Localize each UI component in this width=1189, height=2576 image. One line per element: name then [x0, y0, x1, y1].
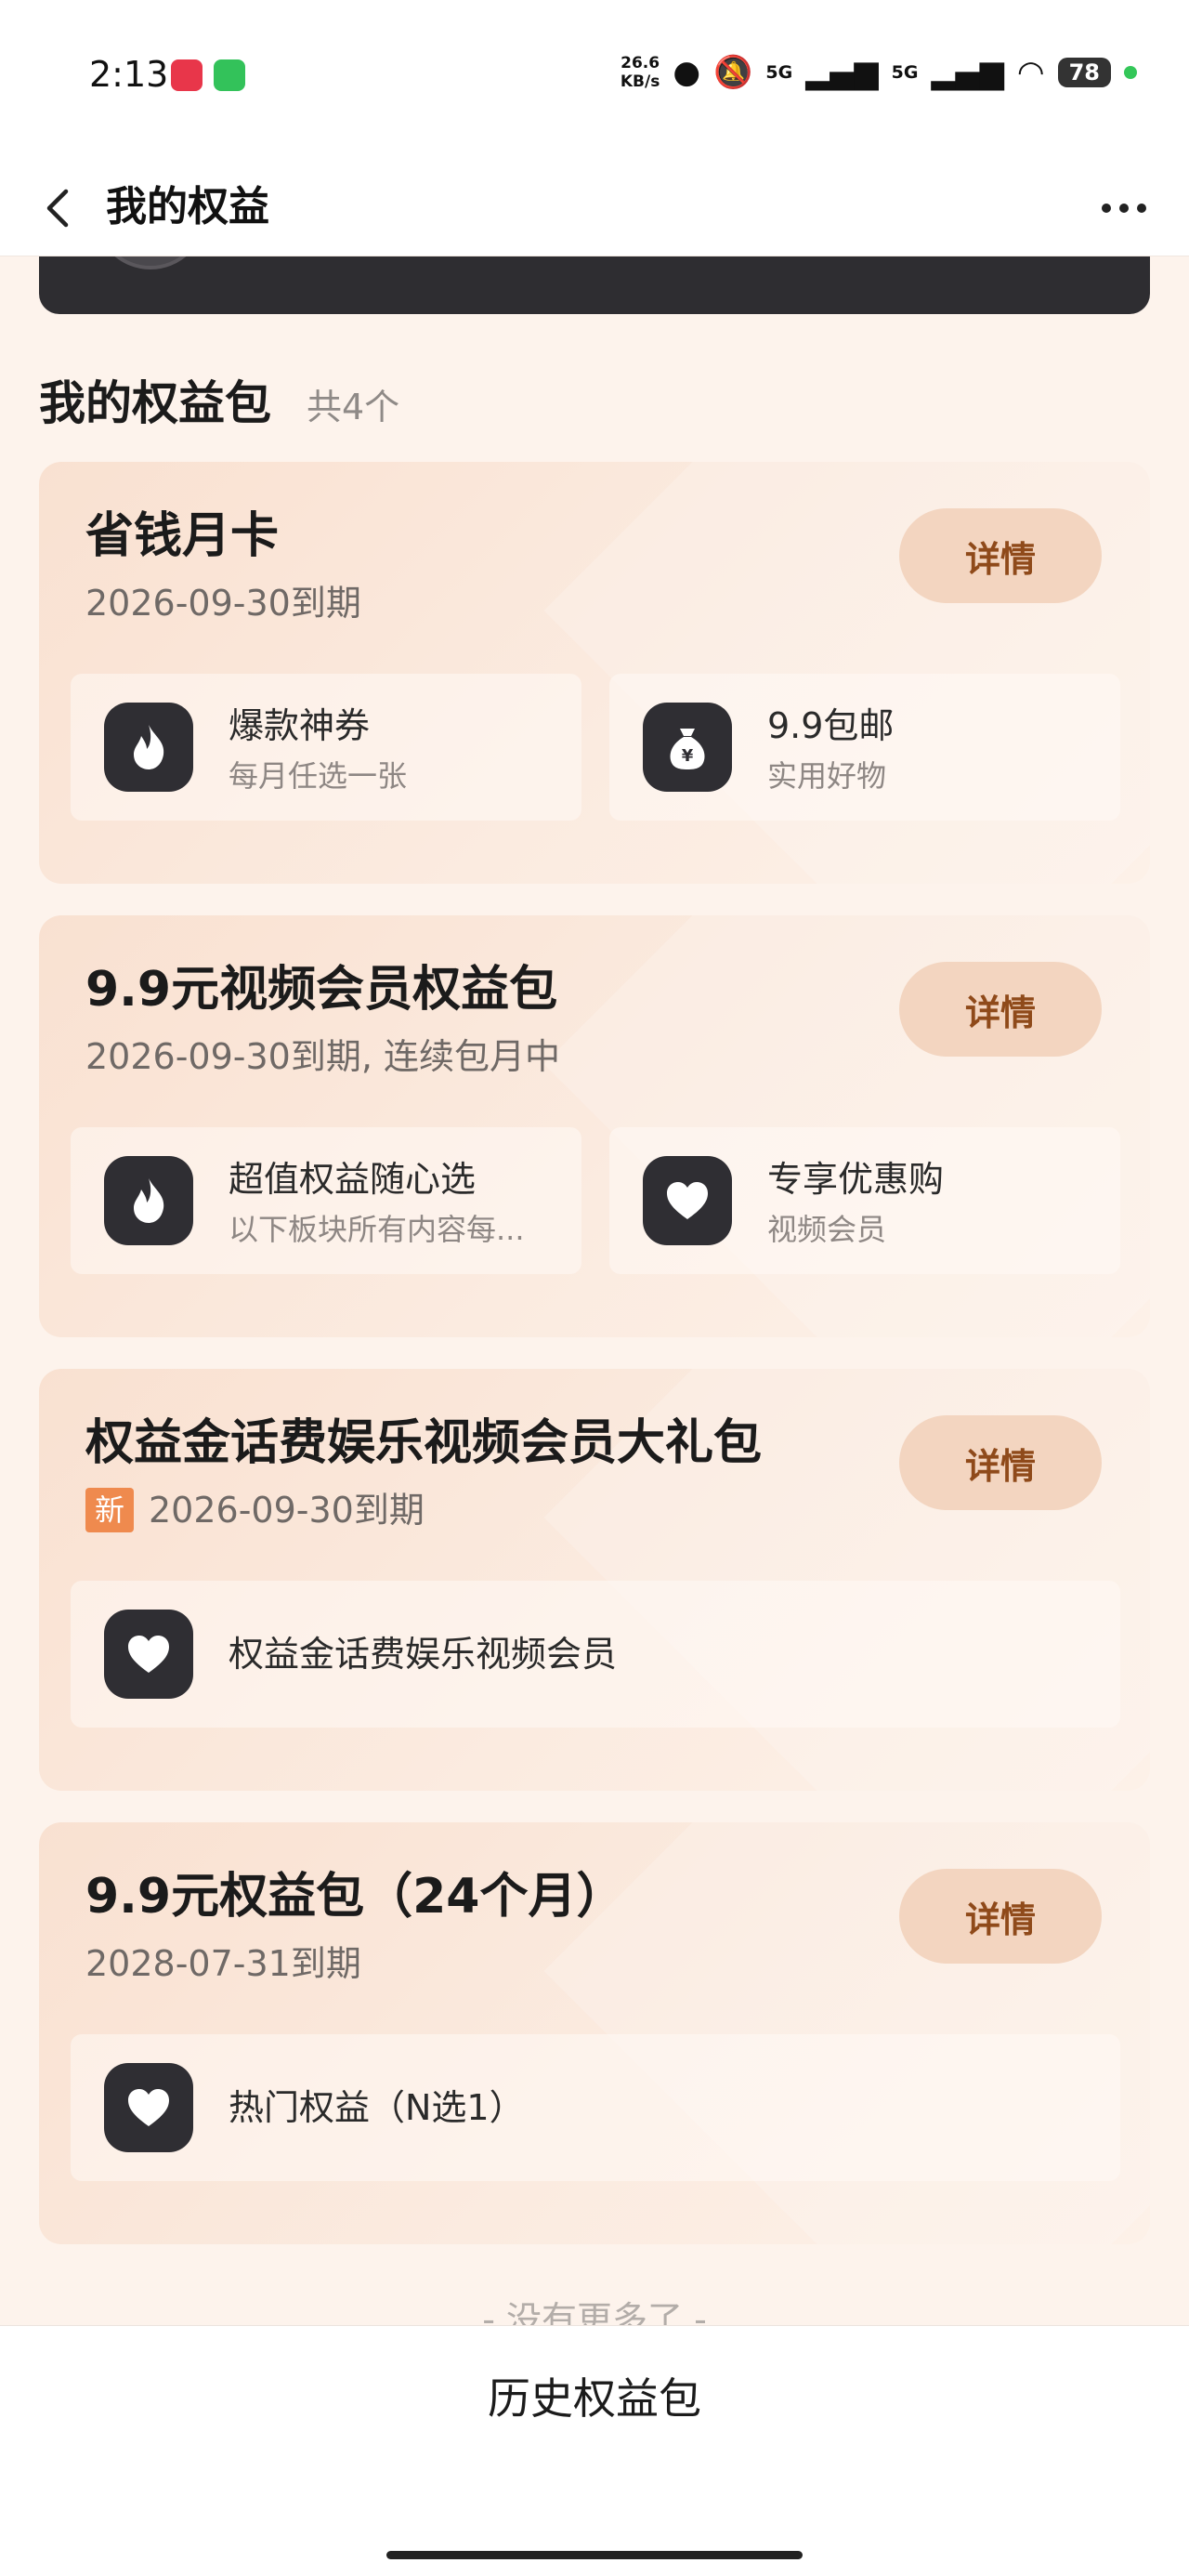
- money-bag-icon: ¥: [643, 703, 732, 792]
- flame-icon: [104, 703, 193, 792]
- detail-button[interactable]: 详情: [899, 508, 1102, 603]
- section-count: 共4个: [307, 387, 400, 427]
- signal-icon-2: ▂▄▆: [931, 54, 1004, 91]
- page-title: 我的权益: [106, 183, 269, 230]
- pack-name: 省钱月卡: [85, 508, 280, 564]
- benefit-title: 热门权益（N选1）: [229, 2087, 525, 2128]
- privacy-dot: [1124, 66, 1137, 79]
- net-speed-value: 26.6: [621, 54, 660, 72]
- benefit-item[interactable]: 专享优惠购 视频会员: [609, 1127, 1120, 1274]
- wifi-icon: ◠: [1016, 54, 1045, 91]
- back-button[interactable]: [28, 178, 87, 238]
- news-app-icon: [171, 59, 203, 91]
- detail-button[interactable]: 详情: [899, 1415, 1102, 1510]
- more-button[interactable]: [1091, 178, 1157, 238]
- pack-name: 9.9元视频会员权益包: [85, 962, 558, 1018]
- pack-card[interactable]: 权益金话费娱乐视频会员大礼包 新 2026-09-30到期 详情 权益金话费娱乐…: [39, 1369, 1150, 1791]
- benefit-title: 9.9包邮: [767, 705, 895, 746]
- location-icon: ●: [673, 54, 701, 91]
- pack-name: 9.9元权益包（24个月）: [85, 1869, 625, 1925]
- net-speed: 26.6 KB/s: [621, 54, 660, 91]
- benefit-title: 爆款神券: [229, 705, 371, 746]
- home-indicator[interactable]: [386, 2551, 803, 2559]
- history-packs-button[interactable]: 历史权益包: [0, 2363, 1189, 2434]
- flame-icon: [104, 1156, 193, 1245]
- detail-button[interactable]: 详情: [899, 1869, 1102, 1964]
- mute-bell-icon: 🔕: [713, 54, 753, 91]
- detail-button[interactable]: 详情: [899, 962, 1102, 1057]
- pack-expiry: 2026-09-30到期: [149, 1490, 425, 1531]
- more-dot-icon: [1137, 204, 1146, 213]
- nav-bar: 我的权益: [0, 158, 1189, 256]
- network-5g-2: 5G: [891, 62, 919, 83]
- benefit-subtitle: 实用好物: [767, 758, 887, 794]
- benefit-item[interactable]: 权益金话费娱乐视频会员: [71, 1581, 1120, 1728]
- status-indicators: 26.6 KB/s ● 🔕 5G ▂▄▆ 5G ▂▄▆ ◠ 78: [621, 54, 1137, 91]
- benefit-title: 专享优惠购: [767, 1159, 945, 1200]
- benefit-subtitle: 每月任选一张: [229, 758, 408, 794]
- pack-card[interactable]: 9.9元权益包（24个月） 2028-07-31到期 详情 热门权益（N选1）: [39, 1822, 1150, 2244]
- heart-icon: [104, 1610, 193, 1699]
- pack-card[interactable]: 9.9元视频会员权益包 2026-09-30到期, 连续包月中 详情 超值权益随…: [39, 915, 1150, 1337]
- benefit-item[interactable]: 热门权益（N选1）: [71, 2034, 1120, 2181]
- benefit-title: 超值权益随心选: [229, 1159, 477, 1200]
- status-time: 2:13: [89, 54, 169, 95]
- message-app-icon: [214, 59, 245, 91]
- pack-expiry: 2028-07-31到期: [85, 1943, 361, 1984]
- heart-icon: [104, 2063, 193, 2152]
- benefit-item[interactable]: 超值权益随心选 以下板块所有内容每...: [71, 1127, 581, 1274]
- svg-text:¥: ¥: [682, 746, 694, 766]
- new-badge: 新: [85, 1488, 134, 1532]
- net-speed-unit: KB/s: [620, 72, 660, 91]
- more-dot-icon: [1102, 204, 1111, 213]
- chevron-left-icon: [46, 189, 69, 228]
- bottom-bar: 历史权益包: [0, 2325, 1189, 2576]
- battery-indicator: 78: [1057, 58, 1111, 87]
- pack-expiry: 2026-09-30到期, 连续包月中: [85, 1036, 560, 1077]
- network-5g-1: 5G: [765, 62, 793, 83]
- signal-icon: ▂▄▆: [805, 54, 879, 91]
- pack-name: 权益金话费娱乐视频会员大礼包: [85, 1415, 763, 1471]
- benefit-subtitle: 以下板块所有内容每...: [229, 1212, 525, 1247]
- more-dot-icon: [1119, 204, 1129, 213]
- benefit-subtitle: 视频会员: [767, 1212, 887, 1247]
- pack-card[interactable]: 省钱月卡 2026-09-30到期 详情 爆款神券 每月任选一张 ¥ 9.9包邮…: [39, 462, 1150, 884]
- section-title: 我的权益包: [39, 376, 271, 430]
- pack-expiry: 2026-09-30到期: [85, 583, 361, 624]
- status-bar: 2:13 26.6 KB/s ● 🔕 5G ▂▄▆ 5G ▂▄▆ ◠ 78: [0, 0, 1189, 158]
- benefit-item[interactable]: 爆款神券 每月任选一张: [71, 674, 581, 821]
- heart-icon: [643, 1156, 732, 1245]
- benefit-item[interactable]: ¥ 9.9包邮 实用好物: [609, 674, 1120, 821]
- benefit-title: 权益金话费娱乐视频会员: [229, 1634, 618, 1675]
